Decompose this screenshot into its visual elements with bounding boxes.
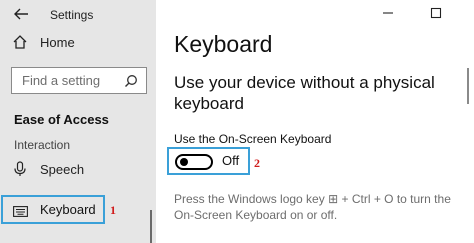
on-screen-keyboard-toggle-highlight: Off bbox=[167, 147, 250, 175]
windows-key-icon: ⊞ bbox=[328, 192, 339, 206]
app-title: Settings bbox=[50, 8, 94, 22]
keyboard-icon bbox=[13, 204, 28, 217]
section-heading: Use your device without a physical keybo… bbox=[174, 73, 435, 113]
sidebar-scrollbar[interactable] bbox=[150, 210, 152, 243]
annotation-marker-2: 2 bbox=[254, 156, 260, 170]
sidebar: Settings Home Find a setting Ease of Acc… bbox=[0, 0, 156, 243]
toggle-state-text: Off bbox=[222, 153, 240, 168]
toggle-knob bbox=[180, 158, 188, 166]
sidebar-item-label: Home bbox=[40, 35, 75, 50]
search-icon[interactable] bbox=[124, 74, 138, 88]
page-title: Keyboard bbox=[174, 31, 273, 57]
annotation-marker-1: 1 bbox=[110, 203, 116, 217]
sidebar-item-label: Keyboard bbox=[40, 202, 96, 217]
back-arrow-icon[interactable] bbox=[10, 4, 32, 24]
section-title: Ease of Access bbox=[14, 112, 109, 127]
sidebar-item-speech[interactable]: Speech bbox=[8, 161, 128, 179]
description-text: Press the Windows logo key ⊞ + Ctrl + O … bbox=[174, 191, 470, 223]
sidebar-item-home[interactable]: Home bbox=[8, 34, 128, 52]
minimize-icon[interactable] bbox=[380, 6, 396, 20]
maximize-icon[interactable] bbox=[428, 6, 444, 20]
main-scrollbar[interactable] bbox=[467, 68, 469, 104]
home-icon bbox=[12, 34, 28, 50]
description-part-1: Press the Windows logo key bbox=[174, 192, 325, 206]
sidebar-item-label: Speech bbox=[40, 162, 85, 177]
search-input[interactable]: Find a setting bbox=[11, 67, 147, 94]
search-placeholder: Find a setting bbox=[22, 73, 101, 88]
group-label: Interaction bbox=[14, 138, 71, 152]
toggle-label: Use the On-Screen Keyboard bbox=[174, 132, 332, 146]
microphone-icon bbox=[12, 161, 28, 177]
sidebar-item-keyboard[interactable]: Keyboard bbox=[1, 195, 105, 224]
on-screen-keyboard-toggle[interactable] bbox=[175, 154, 213, 170]
